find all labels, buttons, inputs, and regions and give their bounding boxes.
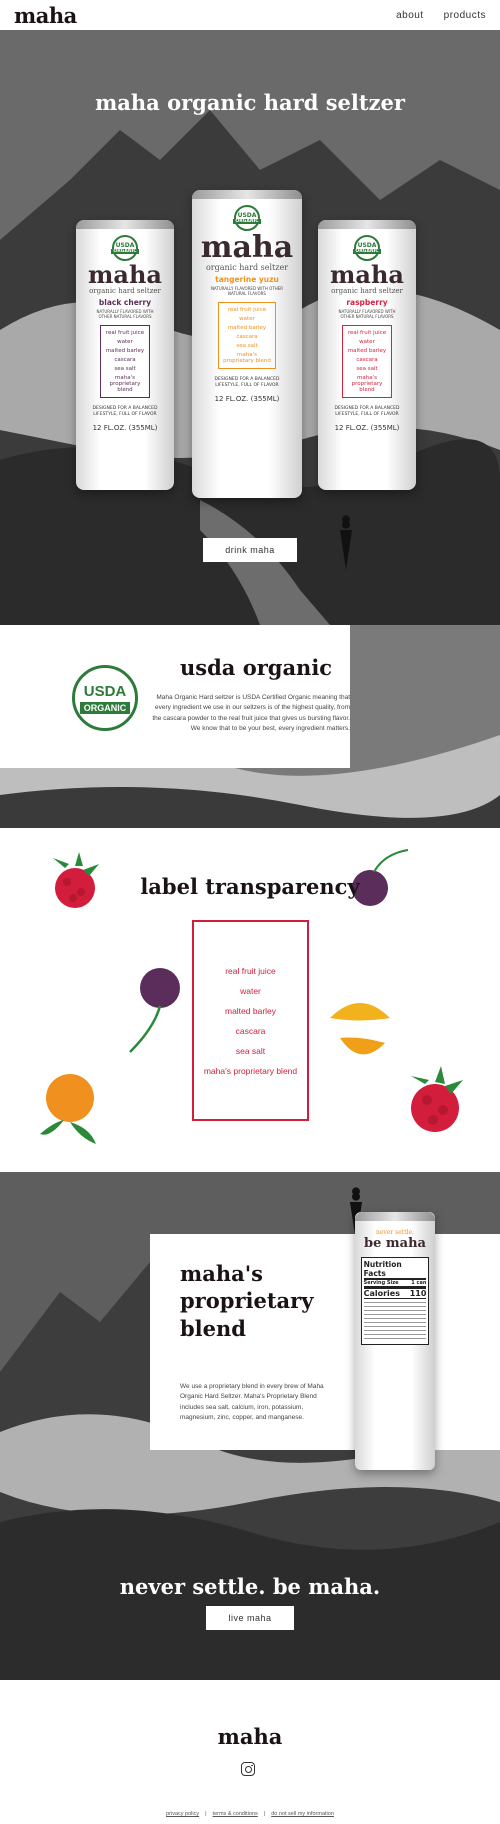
usda-badge-icon: USDA ORGANIC <box>353 235 381 261</box>
list-item: maha's proprietary blend <box>203 1065 298 1076</box>
terms-link[interactable]: terms & conditions <box>213 1811 258 1817</box>
privacy-policy-link[interactable]: privacy policy <box>166 1811 199 1817</box>
can-lid <box>192 190 302 199</box>
nav-link-products[interactable]: products <box>444 10 486 21</box>
list-item: real fruit juice <box>225 965 276 976</box>
site-logo[interactable]: maha <box>14 3 77 28</box>
cherry-icon <box>129 968 180 1053</box>
usda-badge-icon: USDA ORGANIC <box>233 205 261 231</box>
can-flavor: black cherry <box>98 298 152 307</box>
can-ingredient-box: real fruit juice water malted barley cas… <box>341 325 393 399</box>
list-item: sea salt <box>235 1045 266 1056</box>
list-item: water <box>240 985 261 996</box>
footer: maha privacy policy | terms & conditions |… <box>0 1680 500 1824</box>
can-tangerine-yuzu[interactable]: USDA ORGANIC maha organic hard seltzer ta… <box>192 190 302 498</box>
can-lid <box>318 220 416 229</box>
can-raspberry[interactable]: USDA ORGANIC maha organic hard seltzer ra… <box>318 220 416 490</box>
closing-tagline: never settle. be maha. <box>119 1574 381 1599</box>
footer-logo[interactable]: maha <box>0 1724 500 1749</box>
instagram-icon[interactable] <box>241 1762 255 1776</box>
label-transparency-title: label transparency <box>140 874 360 899</box>
blend-section: maha's proprietary blend We use a propri… <box>0 1172 500 1680</box>
can-brand: maha <box>200 230 294 265</box>
nutrition-facts-panel: Nutrition Facts Serving Size 1 can Calori… <box>360 1257 430 1345</box>
usda-section: USDA ORGANIC usda organic Maha Organic H… <box>0 625 500 828</box>
ingredient-list: real fruit juice water malted barley cas… <box>192 920 309 1121</box>
blend-body: We use a proprietary blend in every brew… <box>180 1383 324 1422</box>
tangerine-slice-icon <box>330 1003 390 1055</box>
usda-card: USDA ORGANIC usda organic Maha Organic H… <box>0 625 350 768</box>
product-cans: USDA ORGANIC maha organic hard seltzer bl… <box>76 190 416 500</box>
nav-links: about products <box>396 10 486 21</box>
can-subtitle: organic hard seltzer <box>205 263 289 272</box>
hero-title: maha organic hard seltzer <box>95 90 405 115</box>
drink-maha-button[interactable]: drink maha <box>203 538 297 562</box>
usda-organic-seal-icon: USDA ORGANIC <box>72 665 138 731</box>
can-brand: maha <box>330 260 404 289</box>
can-lid <box>76 220 174 229</box>
usda-badge-icon: USDA ORGANIC <box>111 235 139 261</box>
can-brand: maha <box>88 260 162 289</box>
hero-section: maha organic hard seltzer USDA ORGANIC ma… <box>0 30 500 625</box>
can-subtitle: organic hard seltzer <box>89 287 161 295</box>
live-maha-button[interactable]: live maha <box>206 1606 294 1630</box>
usda-body: Maha Organic Hard seltzer is USDA Certif… <box>152 694 350 733</box>
can-ingredient-box: real fruit juice water malted barley cas… <box>99 325 151 399</box>
top-nav: maha about products <box>0 0 500 30</box>
raspberry-icon <box>411 1066 463 1132</box>
blend-card: maha's proprietary blend We use a propri… <box>150 1234 500 1450</box>
do-not-sell-link[interactable]: do not sell my information <box>271 1811 334 1817</box>
can-subtitle: organic hard seltzer <box>331 287 403 295</box>
usda-title: usda organic <box>180 655 333 680</box>
list-item: cascara <box>235 1025 266 1036</box>
can-flavor: raspberry <box>346 298 388 307</box>
label-transparency-section: label transparency real fruit juice wate… <box>0 828 500 1172</box>
footer-legal-links: privacy policy | terms & conditions | do n… <box>166 1811 334 1817</box>
can-black-cherry[interactable]: USDA ORGANIC maha organic hard seltzer bl… <box>76 220 174 490</box>
tangerine-icon <box>40 1074 96 1144</box>
nav-link-about[interactable]: about <box>396 10 424 21</box>
can-flavor: tangerine yuzu <box>215 275 279 284</box>
can-ingredient-box: real fruit juice water malted barley cas… <box>218 302 276 370</box>
list-item: malted barley <box>224 1005 277 1016</box>
nutrition-can-image: never settle. be maha Nutrition Facts Se… <box>355 1212 435 1470</box>
blend-title: maha's proprietary blend <box>180 1261 314 1341</box>
